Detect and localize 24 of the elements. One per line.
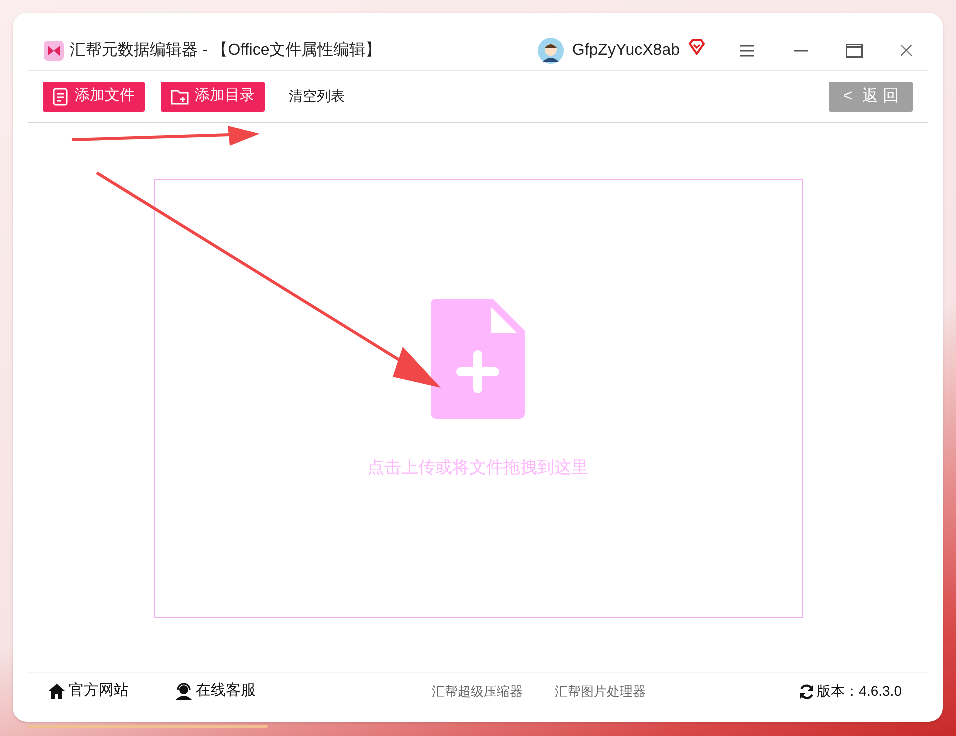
clear-list-button[interactable]: 清空列表 — [281, 82, 353, 112]
document-icon — [53, 88, 69, 106]
close-icon[interactable] — [901, 45, 912, 56]
version-text: 版本：4.6.3.0 — [817, 682, 902, 701]
add-file-icon — [431, 298, 525, 419]
app-link[interactable]: 汇帮超级压缩器 — [432, 682, 523, 702]
add-folder-button[interactable]: 添加目录 — [161, 82, 265, 112]
support-link[interactable]: 在线客服 — [175, 680, 256, 703]
avatar-icon — [538, 38, 564, 64]
website-link[interactable]: 官方网站 — [48, 680, 129, 703]
add-file-button[interactable]: 添加文件 — [43, 82, 145, 112]
app-link[interactable]: 汇帮图片处理器 — [555, 682, 646, 702]
refresh-icon — [799, 684, 816, 700]
username[interactable]: GfpZyYucX8ab — [572, 38, 680, 62]
minimize-icon[interactable] — [794, 50, 808, 52]
window-title: 汇帮元数据编辑器 - 【Office文件属性编辑】 — [70, 40, 382, 60]
maximize-icon[interactable] — [846, 44, 863, 58]
folder-add-icon — [171, 88, 189, 104]
headset-icon — [175, 683, 193, 700]
upload-hint: 点击上传或将文件拖拽到这里 — [368, 456, 588, 479]
vip-icon — [688, 39, 706, 55]
logo-icon — [44, 40, 64, 60]
menu-icon[interactable] — [740, 44, 754, 56]
home-icon — [48, 683, 66, 700]
